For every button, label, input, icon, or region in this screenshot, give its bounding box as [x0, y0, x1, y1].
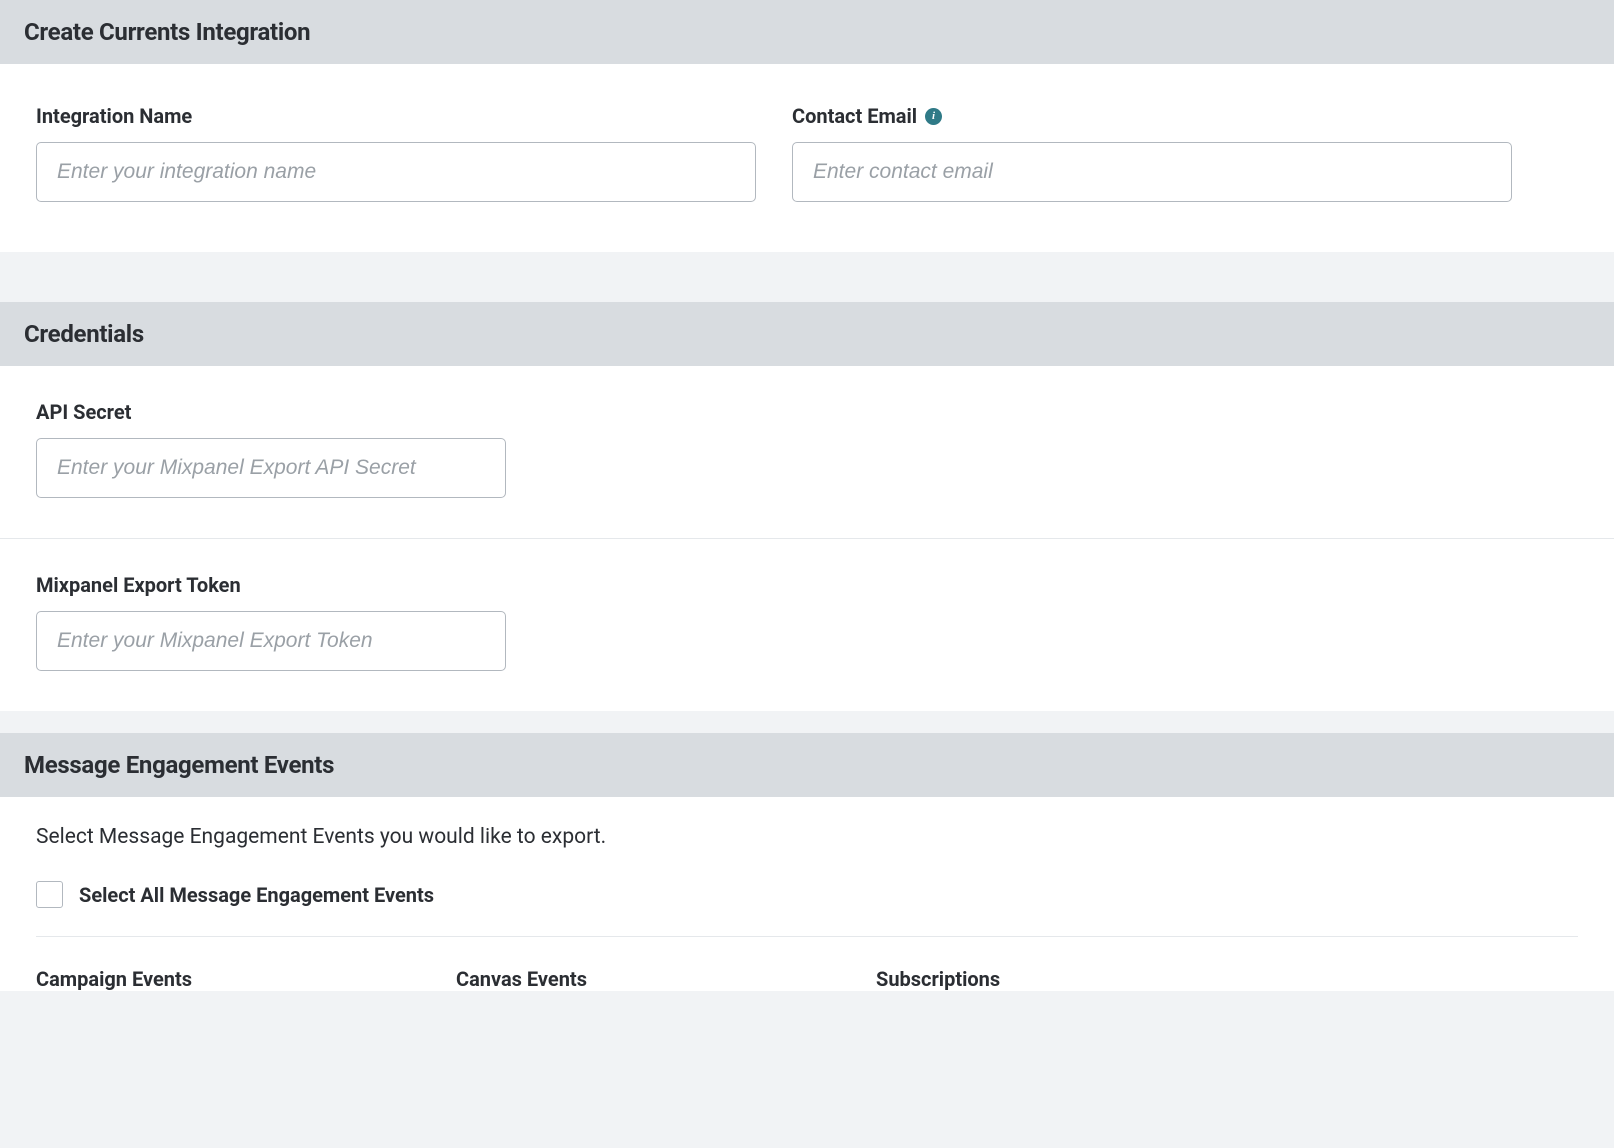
api-secret-label-row: API Secret — [36, 400, 506, 424]
canvas-events-column: Canvas Events — [456, 967, 876, 991]
create-integration-title: Create Currents Integration — [24, 18, 1590, 46]
canvas-events-title: Canvas Events — [456, 967, 836, 991]
info-icon[interactable]: i — [925, 108, 942, 125]
create-integration-body: Integration Name Contact Email i — [0, 64, 1614, 252]
contact-email-group: Contact Email i — [792, 104, 1512, 202]
event-columns: Campaign Events Canvas Events Subscripti… — [36, 937, 1578, 991]
api-secret-group: API Secret — [36, 400, 506, 498]
export-token-field: Mixpanel Export Token — [0, 539, 1614, 711]
subscriptions-title: Subscriptions — [876, 967, 1256, 991]
events-title: Message Engagement Events — [24, 751, 1590, 779]
export-token-label-row: Mixpanel Export Token — [36, 573, 506, 597]
campaign-events-title: Campaign Events — [36, 967, 416, 991]
contact-email-label: Contact Email — [792, 104, 917, 128]
api-secret-label: API Secret — [36, 400, 131, 424]
export-token-input[interactable] — [36, 611, 506, 671]
select-all-row: Select All Message Engagement Events — [36, 881, 1578, 937]
select-all-checkbox[interactable] — [36, 881, 63, 908]
create-integration-header: Create Currents Integration — [0, 0, 1614, 64]
select-all-label: Select All Message Engagement Events — [79, 883, 434, 907]
integration-name-input[interactable] — [36, 142, 756, 202]
subscriptions-column: Subscriptions — [876, 967, 1296, 991]
contact-email-label-row: Contact Email i — [792, 104, 1512, 128]
section-gap — [0, 711, 1614, 733]
integration-name-label-row: Integration Name — [36, 104, 756, 128]
api-secret-field: API Secret — [0, 366, 1614, 539]
events-header: Message Engagement Events — [0, 733, 1614, 797]
integration-name-label: Integration Name — [36, 104, 192, 128]
credentials-header: Credentials — [0, 302, 1614, 366]
contact-email-input[interactable] — [792, 142, 1512, 202]
api-secret-input[interactable] — [36, 438, 506, 498]
integration-name-group: Integration Name — [36, 104, 756, 202]
events-instructions: Select Message Engagement Events you wou… — [36, 825, 1578, 849]
events-body: Select Message Engagement Events you wou… — [0, 797, 1614, 991]
create-integration-form-row: Integration Name Contact Email i — [36, 104, 1578, 202]
credentials-title: Credentials — [24, 320, 1590, 348]
export-token-group: Mixpanel Export Token — [36, 573, 506, 671]
credentials-body: API Secret Mixpanel Export Token — [0, 366, 1614, 711]
section-gap — [0, 252, 1614, 302]
export-token-label: Mixpanel Export Token — [36, 573, 241, 597]
campaign-events-column: Campaign Events — [36, 967, 456, 991]
